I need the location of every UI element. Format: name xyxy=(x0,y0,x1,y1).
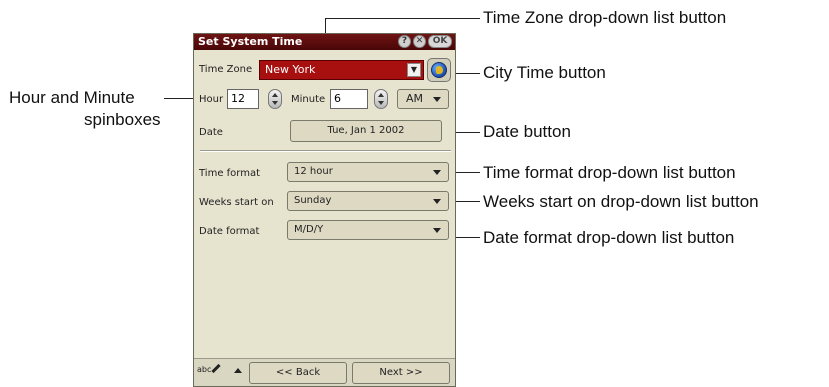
date-label: Date xyxy=(199,127,223,138)
time-zone-label: Time Zone xyxy=(199,64,253,75)
date-button[interactable]: Tue, Jan 1 2002 xyxy=(290,120,442,142)
weeks-start-value: Sunday xyxy=(294,195,332,206)
chevron-down-icon xyxy=(433,170,441,175)
callout-date-button: Date button xyxy=(483,122,571,141)
chevron-down-icon: ▼ xyxy=(407,63,421,77)
minute-label: Minute xyxy=(291,94,326,105)
hour-input[interactable]: 12 xyxy=(227,89,259,109)
help-button[interactable]: ? xyxy=(398,35,411,48)
weeks-start-dropdown[interactable]: Sunday xyxy=(287,191,449,211)
time-format-dropdown[interactable]: 12 hour xyxy=(287,162,449,182)
chevron-down-icon xyxy=(433,199,441,204)
date-format-dropdown[interactable]: M/D/Y xyxy=(287,220,449,240)
dialog-titlebar: Set System Time ? ✕ OK xyxy=(194,34,455,50)
chevron-down-icon xyxy=(433,228,441,233)
close-button[interactable]: ✕ xyxy=(413,35,426,48)
bottom-bar: abc << Back Next >> xyxy=(194,358,455,386)
callout-time-format: Time format drop-down list button xyxy=(483,163,736,182)
pen-label: abc xyxy=(197,365,212,374)
callout-time-zone: Time Zone drop-down list button xyxy=(483,8,727,27)
callout-date-format: Date format drop-down list button xyxy=(483,228,735,247)
callout-hour-minute-line1: Hour and Minute xyxy=(9,88,135,107)
date-format-label: Date format xyxy=(199,226,260,237)
callout-weeks-start: Weeks start on drop-down list button xyxy=(483,192,759,211)
pen-icon xyxy=(211,363,221,374)
next-button[interactable]: Next >> xyxy=(352,362,450,384)
chevron-down-icon xyxy=(433,97,441,102)
time-zone-value: New York xyxy=(265,63,316,76)
hour-spinner-icon[interactable] xyxy=(268,89,282,109)
callout-city-time: City Time button xyxy=(483,63,606,82)
globe-icon xyxy=(431,62,447,78)
weeks-start-label: Weeks start on xyxy=(199,197,274,208)
time-zone-dropdown[interactable]: New York ▼ xyxy=(259,60,424,80)
ok-button[interactable]: OK xyxy=(428,35,452,48)
hour-label: Hour xyxy=(199,94,224,105)
time-format-label: Time format xyxy=(199,168,261,179)
leader-time-zone-h xyxy=(325,18,480,19)
dialog-title: Set System Time xyxy=(198,35,303,48)
leader-hour-minute xyxy=(164,98,194,99)
section-divider xyxy=(200,150,451,152)
caret-up-icon[interactable] xyxy=(234,368,242,373)
set-system-time-dialog: Set System Time ? ✕ OK Time Zone New Yor… xyxy=(193,33,456,387)
titlebar-buttons: ? ✕ OK xyxy=(398,35,452,48)
callout-hour-minute-line2: spinboxes xyxy=(84,110,161,129)
input-mode-button[interactable]: abc xyxy=(197,363,221,374)
ampm-value: AM xyxy=(406,92,424,105)
city-time-button[interactable] xyxy=(427,58,451,82)
back-button[interactable]: << Back xyxy=(249,362,347,384)
time-format-value: 12 hour xyxy=(294,166,333,177)
minute-input[interactable]: 6 xyxy=(330,89,368,109)
date-format-value: M/D/Y xyxy=(294,224,324,235)
minute-spinner-icon[interactable] xyxy=(374,89,388,109)
ampm-dropdown[interactable]: AM xyxy=(397,89,449,109)
